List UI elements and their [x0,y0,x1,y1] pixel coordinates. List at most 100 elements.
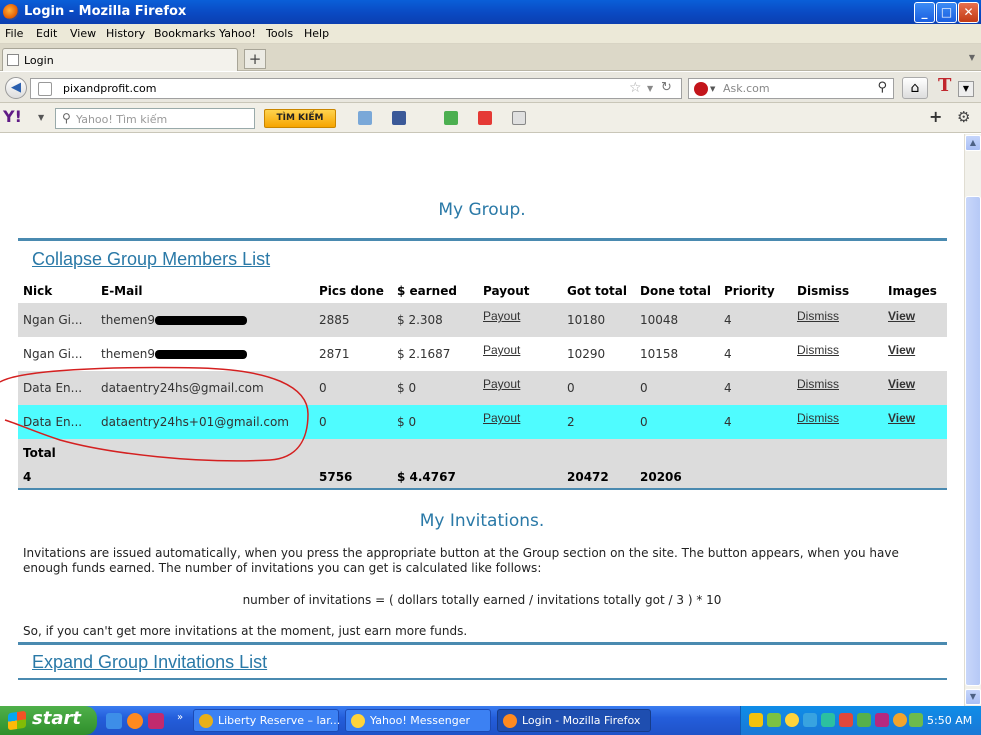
payout-link[interactable]: Payout [483,343,520,357]
invitations-description: Invitations are issued automatically, wh… [23,546,899,575]
taskbar: start » Liberty Reserve – lar... Yahoo! … [0,706,981,735]
view-link[interactable]: View [888,377,915,391]
yahoo-logo-icon[interactable]: Y! [3,107,22,126]
row-pics-done: 0 [319,381,327,395]
row-nick: Data En... [23,381,83,395]
view-link[interactable]: View [888,343,915,357]
row-email: themen9 [101,313,248,327]
gear-icon[interactable]: ⚙ [957,108,970,126]
reload-icon[interactable]: ↻ [661,80,672,95]
tray-update-icon[interactable] [803,713,817,727]
start-button[interactable]: start [0,706,97,735]
row-got-total: 2 [567,415,575,429]
row-email: dataentry24hs+01@gmail.com [101,415,289,429]
menu-tools[interactable]: Tools [266,27,293,40]
row-done-total: 10048 [640,313,679,327]
menu-bookmarks[interactable]: Bookmarks [154,27,215,40]
menu-help[interactable]: Help [304,27,329,40]
search-placeholder: Ask.com [723,82,770,95]
search-bar[interactable]: ▼ Ask.com ⚲ [688,78,894,99]
payout-link[interactable]: Payout [483,411,520,425]
row-done-total: 0 [640,381,648,395]
new-tab-button[interactable]: + [244,49,266,69]
collapse-group-members-link[interactable]: Collapse Group Members List [32,249,270,270]
search-icon[interactable]: ⚲ [877,80,887,95]
search-engine-chevron-icon[interactable]: ▼ [710,85,715,93]
winamp-icon[interactable] [148,713,164,729]
internet-explorer-icon[interactable] [106,713,122,729]
row-got-total: 10290 [567,347,606,361]
add-icon[interactable]: + [929,107,942,126]
menu-view[interactable]: View [70,27,96,40]
vertical-scrollbar[interactable]: ▲ ▼ [964,134,981,706]
payout-link[interactable]: Payout [483,377,520,391]
tray-security-icon[interactable] [839,713,853,727]
window-title-bar[interactable]: Login - Mozilla Firefox _ □ ✕ [0,0,981,24]
dismiss-link[interactable]: Dismiss [797,411,839,425]
tray-network-icon[interactable] [749,713,763,727]
task-liberty-reserve[interactable]: Liberty Reserve – lar... [193,709,340,732]
news-icon[interactable] [478,111,492,125]
chrome-icon [199,714,213,728]
total-pics: 5756 [319,470,353,484]
search-engine-icon[interactable] [694,82,708,96]
menu-yahoo[interactable]: Yahoo! [219,27,256,40]
dismiss-link[interactable]: Dismiss [797,343,839,357]
yahoo-search-input[interactable]: ⚲ Yahoo! Tìm kiếm [55,108,255,129]
firefox-icon [3,4,19,20]
dismiss-link[interactable]: Dismiss [797,377,839,391]
tray-app-icon[interactable] [767,713,781,727]
quicklaunch-more-icon[interactable]: » [177,712,183,723]
home-icon[interactable]: ⌂ [902,77,928,99]
maximize-button[interactable]: □ [936,2,957,23]
scroll-up-icon[interactable]: ▲ [965,135,981,151]
column-header-dismiss: Dismiss [797,284,850,298]
tab-list-chevron-icon[interactable]: ▼ [969,53,975,62]
tray-download-icon[interactable] [857,713,871,727]
expand-group-invitations-link[interactable]: Expand Group Invitations List [32,652,267,673]
task-firefox[interactable]: Login - Mozilla Firefox [497,709,651,732]
column-header-nick: Nick [23,284,53,298]
minimize-button[interactable]: _ [914,2,935,23]
scroll-thumb[interactable] [965,196,981,686]
address-bar[interactable]: pixandprofit.com ☆ ▼ ↻ [30,78,682,99]
bookmark-star-icon[interactable]: ☆ [629,80,642,96]
dismiss-link[interactable]: Dismiss [797,309,839,323]
task-yahoo-messenger[interactable]: Yahoo! Messenger [345,709,491,732]
firefox-quicklaunch-icon[interactable] [127,713,143,729]
yahoo-search-button[interactable]: TÌM KIẾM [264,109,336,128]
tray-messenger-icon[interactable] [785,713,799,727]
column-header-pics-done: Pics done [319,284,384,298]
site-identity-icon[interactable] [38,82,52,96]
column-header-earned: $ earned [397,284,457,298]
redacted-email-mark [155,350,248,359]
tray-extra-icon[interactable] [909,713,923,727]
close-button[interactable]: ✕ [958,2,979,23]
facebook-icon[interactable] [392,111,406,125]
menu-file[interactable]: File [5,27,23,40]
row-earned: $ 2.1687 [397,347,451,361]
scroll-down-icon[interactable]: ▼ [965,689,981,705]
tray-v-icon[interactable] [875,713,889,727]
total-count: 4 [23,470,32,484]
tab-login[interactable]: Login [2,48,238,71]
tray-sync-icon[interactable] [821,713,835,727]
url-history-chevron-icon[interactable]: ▼ [647,84,653,93]
view-link[interactable]: View [888,411,915,425]
row-got-total: 10180 [567,313,606,327]
payout-link[interactable]: Payout [483,309,520,323]
total-got: 20472 [567,470,609,484]
yahoo-menu-chevron-icon[interactable]: ▼ [38,113,44,122]
view-link[interactable]: View [888,309,915,323]
toolbar-t-icon[interactable]: T [938,75,951,96]
games-icon[interactable] [444,111,458,125]
toolbar-t-chevron-icon[interactable]: ▼ [958,81,974,97]
mail-icon[interactable] [358,111,372,125]
menu-edit[interactable]: Edit [36,27,57,40]
back-arrow-icon[interactable]: ◀ [5,77,27,99]
tab-bar: Login + ▼ [0,44,981,71]
start-label: start [32,708,81,729]
page-icon[interactable] [512,111,526,125]
tray-chat-icon[interactable] [893,713,907,727]
menu-history[interactable]: History [106,27,145,40]
